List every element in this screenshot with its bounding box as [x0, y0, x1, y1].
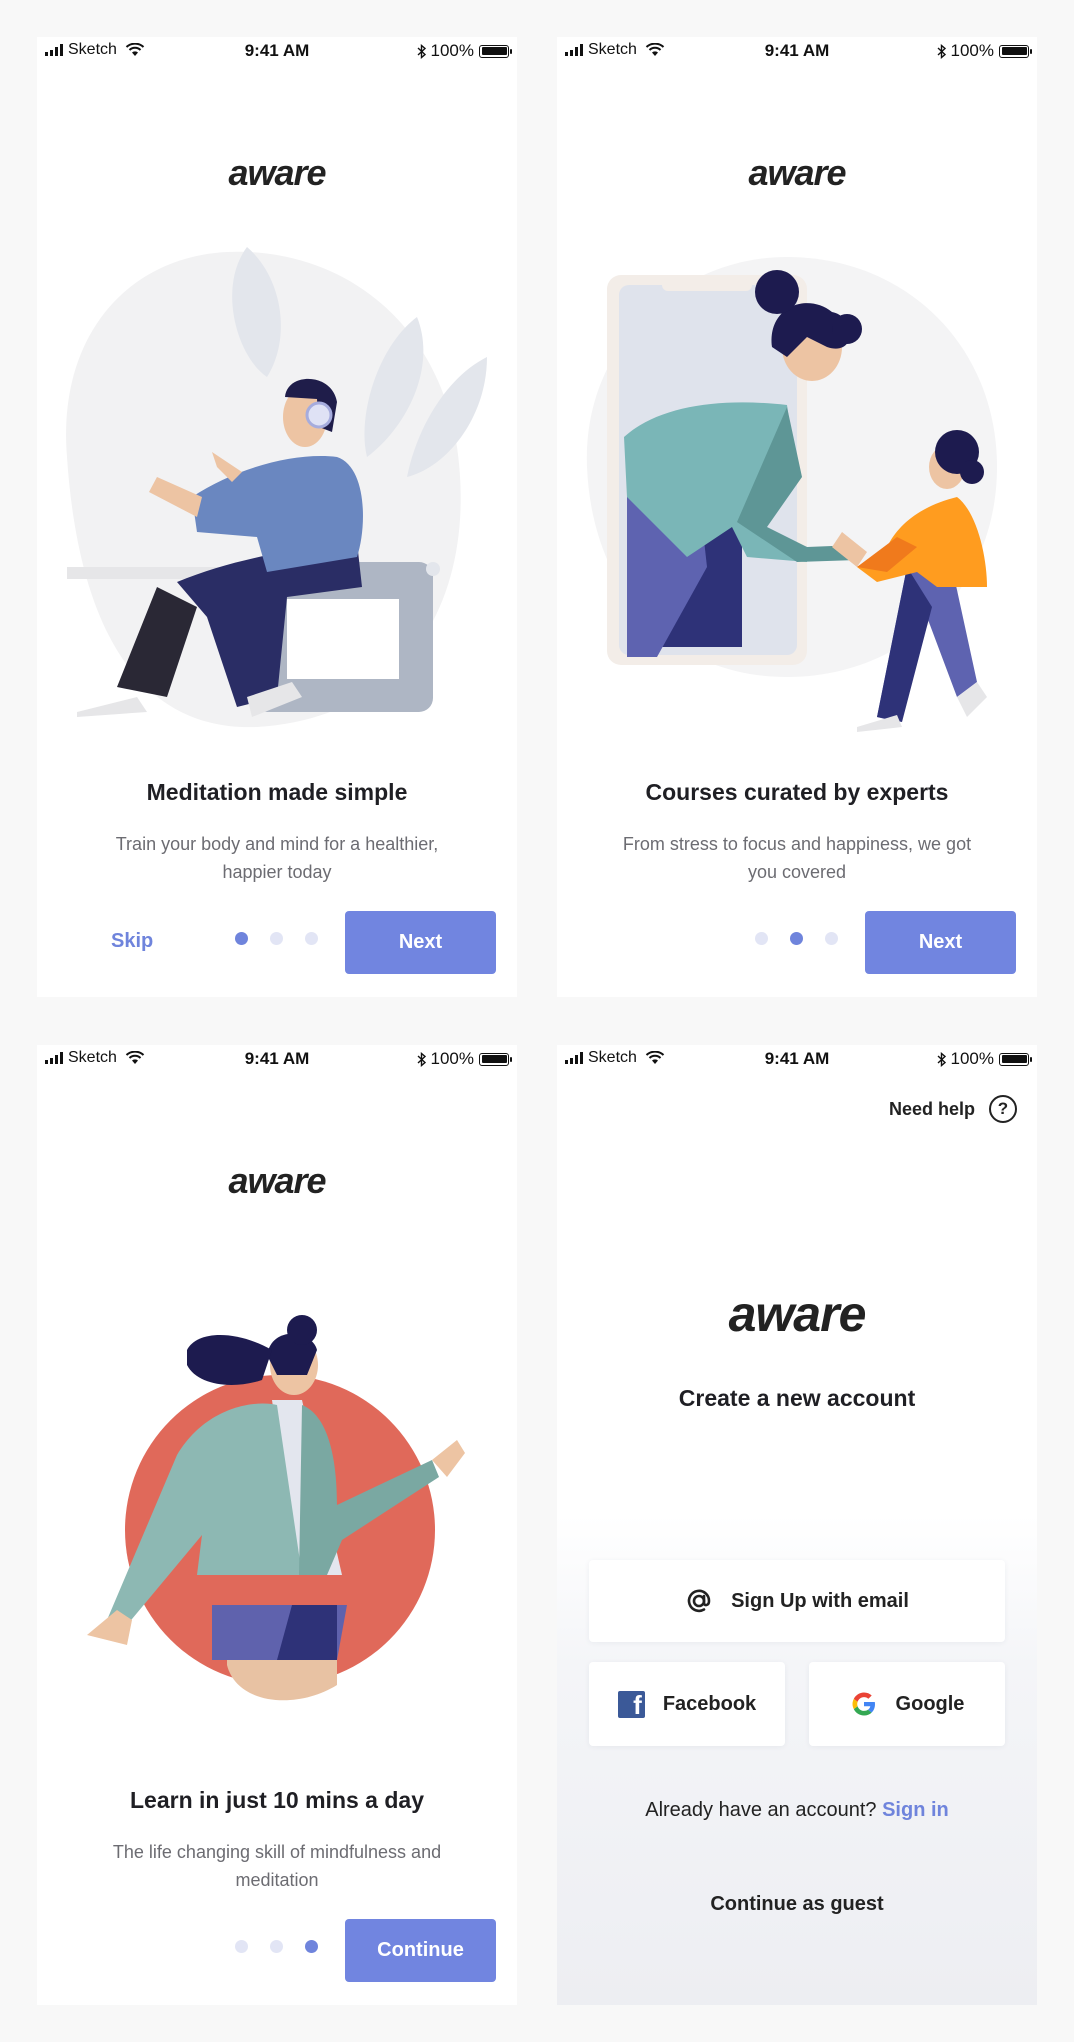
battery-icon — [999, 44, 1032, 58]
onboarding-subtitle: From stress to focus and happiness, we g… — [622, 834, 972, 882]
google-button[interactable]: Google — [809, 1662, 1005, 1746]
battery-icon — [479, 44, 512, 58]
help-icon[interactable]: ? — [989, 1095, 1017, 1123]
status-bar: Sketch 9:41 AM 100% — [557, 1045, 1037, 1075]
onboarding-screen-3: Sketch 9:41 AM 100% aware Learn in just … — [37, 1045, 517, 2005]
page-dot-3[interactable] — [825, 932, 838, 945]
onboarding-title: Meditation made simple — [146, 779, 408, 805]
next-button[interactable]: Next — [865, 911, 1016, 974]
signup-screen: Sketch 9:41 AM 100% Need help ? aware Cr… — [557, 1045, 1037, 2005]
facebook-label: Facebook — [662, 1692, 757, 1715]
page-dot-3[interactable] — [305, 932, 318, 945]
onboarding-title: Learn in just 10 mins a day — [130, 1787, 424, 1813]
skip-button[interactable]: Skip — [111, 930, 153, 953]
battery-percent: 100% — [950, 41, 994, 60]
page-dot-2[interactable] — [790, 932, 803, 945]
page-indicator — [235, 932, 318, 945]
battery-icon — [999, 1052, 1032, 1066]
google-icon — [852, 1692, 875, 1716]
battery-percent: 100% — [430, 41, 474, 60]
at-sign-icon — [687, 1589, 711, 1613]
continue-as-guest-button[interactable]: Continue as guest — [557, 1893, 1037, 1916]
page-indicator — [235, 1940, 318, 1953]
facebook-button[interactable]: f Facebook — [589, 1662, 785, 1746]
learning-illustration — [87, 1315, 465, 1701]
bluetooth-icon — [937, 43, 946, 59]
onboarding-subtitle: The life changing skill of mindfulness a… — [112, 1842, 442, 1890]
google-label: Google — [895, 1692, 965, 1715]
signin-link[interactable]: Sign in — [882, 1799, 949, 1821]
battery-percent: 100% — [430, 1049, 474, 1068]
page-dot-1[interactable] — [755, 932, 768, 945]
status-bar: Sketch 9:41 AM 100% — [37, 37, 517, 67]
signin-row: Already have an account? Sign in — [557, 1799, 1037, 1822]
need-help-label: Need help — [888, 1098, 975, 1119]
need-help-button[interactable]: Need help ? — [889, 1095, 1017, 1123]
bluetooth-icon — [417, 1051, 426, 1067]
battery-percent: 100% — [950, 1049, 994, 1068]
signup-email-label: Sign Up with email — [731, 1589, 909, 1612]
signup-email-button[interactable]: Sign Up with email — [589, 1560, 1005, 1642]
page-dot-2[interactable] — [270, 932, 283, 945]
app-logo: aware — [228, 1160, 326, 1201]
status-bar: Sketch 9:41 AM 100% — [37, 1045, 517, 1075]
page-dot-1[interactable] — [235, 932, 248, 945]
bluetooth-icon — [937, 1051, 946, 1067]
bluetooth-icon — [417, 43, 426, 59]
status-bar: Sketch 9:41 AM 100% — [557, 37, 1037, 67]
battery-icon — [479, 1052, 512, 1066]
page-dot-2[interactable] — [270, 1940, 283, 1953]
app-logo: aware — [228, 152, 326, 193]
continue-button[interactable]: Continue — [345, 1919, 496, 1982]
page-dot-3[interactable] — [305, 1940, 318, 1953]
app-logo: aware — [728, 1286, 867, 1342]
page-indicator — [755, 932, 838, 945]
app-logo: aware — [748, 152, 846, 193]
onboarding-subtitle: Train your body and mind for a healthier… — [115, 834, 439, 882]
signin-prompt: Already have an account? — [645, 1799, 877, 1821]
next-button[interactable]: Next — [345, 911, 496, 974]
page-dot-1[interactable] — [235, 1940, 248, 1953]
onboarding-title: Courses curated by experts — [645, 779, 949, 805]
onboarding-screen-1: Sketch 9:41 AM 100% aware Meditation mad… — [37, 37, 517, 997]
facebook-icon: f — [617, 1690, 645, 1718]
onboarding-screen-2: Sketch 9:41 AM 100% aware Courses curate… — [557, 37, 1037, 997]
meditation-illustration — [66, 247, 487, 728]
page-title: Create a new account — [678, 1385, 916, 1411]
courses-illustration — [586, 257, 997, 732]
